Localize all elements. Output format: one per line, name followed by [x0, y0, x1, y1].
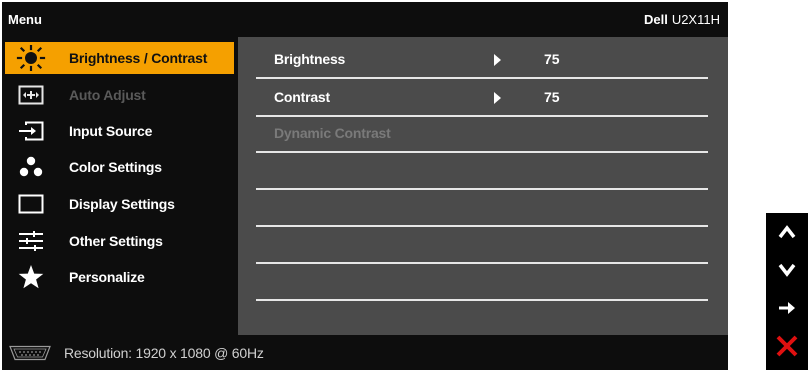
sidebar-item-label: Color Settings [69, 159, 162, 175]
setting-row-empty [256, 226, 708, 264]
chevron-up-icon [777, 224, 797, 245]
status-bar: Resolution: 1920 x 1080 @ 60Hz [2, 335, 728, 370]
chevron-down-icon [777, 262, 797, 283]
monitor-model: Dell U2X11H [644, 12, 720, 27]
triangle-right-icon [494, 54, 501, 66]
other-settings-icon [9, 225, 53, 257]
setting-label: Contrast [274, 89, 330, 105]
setting-row-dynamic-contrast[interactable]: Dynamic Contrast [256, 115, 708, 153]
setting-row-empty [256, 152, 708, 190]
resolution-text: Resolution: 1920 x 1080 @ 60Hz [64, 345, 264, 361]
brightness-icon [9, 42, 53, 74]
setting-row-empty [256, 189, 708, 227]
sidebar-item-label: Auto Adjust [69, 87, 146, 103]
sidebar-item-brightness-contrast[interactable]: Brightness / Contrast [5, 42, 234, 74]
sidebar-item-input-source[interactable]: Input Source [5, 115, 234, 147]
model-label: U2X11H [671, 12, 720, 27]
sidebar-item-color-settings[interactable]: Color Settings [5, 151, 234, 183]
sidebar-item-auto-adjust[interactable]: Auto Adjust [5, 79, 234, 111]
sidebar-item-display-settings[interactable]: Display Settings [5, 188, 234, 220]
menu-title: Menu [8, 12, 42, 27]
sidebar-item-other-settings[interactable]: Other Settings [5, 225, 234, 257]
color-settings-icon [9, 151, 53, 183]
close-icon [775, 334, 799, 363]
display-settings-icon [9, 188, 53, 220]
sidebar-item-label: Input Source [69, 123, 153, 139]
monitor-button-guide [766, 213, 808, 370]
sidebar-item-personalize[interactable]: Personalize [5, 261, 234, 293]
arrow-right-icon [777, 300, 797, 321]
enter-button[interactable] [766, 291, 808, 329]
sidebar-item-label: Brightness / Contrast [69, 50, 208, 66]
settings-panel: Brightness 75 Contrast 75 Dynamic Contra… [238, 37, 728, 335]
setting-value: 75 [544, 89, 560, 105]
sidebar-item-label: Other Settings [69, 233, 163, 249]
setting-row-empty [256, 263, 708, 301]
sidebar-item-label: Personalize [69, 269, 145, 285]
title-bar: Menu Dell U2X11H [2, 2, 728, 37]
osd-menu: Menu Dell U2X11H Brightness / Contrast A… [2, 2, 728, 370]
brand-label: Dell [643, 12, 668, 27]
input-source-icon [9, 115, 53, 147]
exit-button[interactable] [766, 329, 808, 367]
setting-label: Brightness [274, 51, 346, 67]
down-button[interactable] [766, 253, 808, 291]
triangle-right-icon [494, 92, 501, 104]
setting-label: Dynamic Contrast [274, 125, 391, 141]
setting-row-contrast[interactable]: Contrast 75 [256, 79, 708, 117]
sidebar-item-label: Display Settings [69, 196, 175, 212]
auto-adjust-icon [9, 79, 53, 111]
sidebar-menu: Brightness / Contrast Auto Adjust Input … [2, 37, 238, 335]
up-button[interactable] [766, 215, 808, 253]
setting-value: 75 [544, 51, 560, 67]
star-icon [9, 261, 53, 293]
vga-connector-icon [8, 345, 52, 361]
setting-row-brightness[interactable]: Brightness 75 [256, 41, 708, 79]
